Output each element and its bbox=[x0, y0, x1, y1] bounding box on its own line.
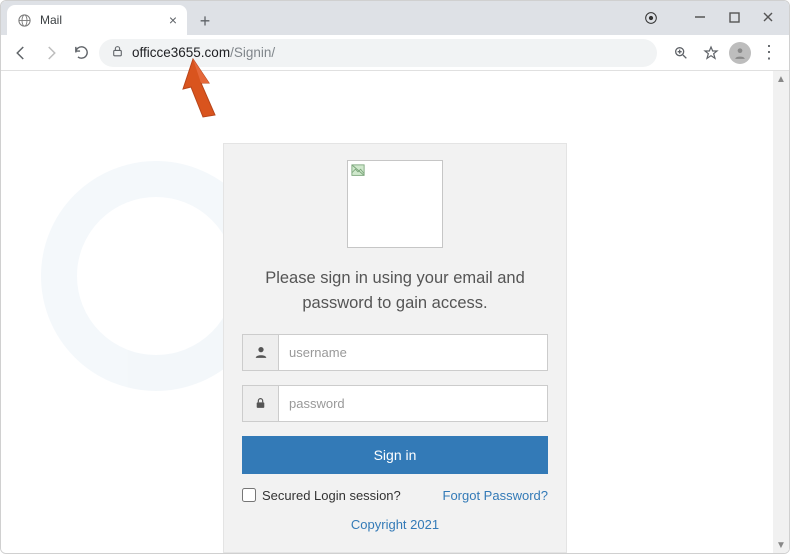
url-path: /Signin/ bbox=[230, 45, 275, 60]
tab-title: Mail bbox=[40, 13, 169, 27]
panel-footer: Secured Login session? Forgot Password? bbox=[242, 488, 548, 503]
secured-session-label: Secured Login session? bbox=[262, 488, 401, 503]
signin-panel: Please sign in using your email and pass… bbox=[223, 143, 567, 553]
profile-avatar[interactable] bbox=[729, 42, 751, 64]
lock-field-icon bbox=[243, 386, 279, 421]
forgot-password-link[interactable]: Forgot Password? bbox=[443, 488, 549, 503]
address-bar[interactable]: officce3655.com/Signin/ bbox=[99, 39, 657, 67]
url-domain: officce3655.com bbox=[132, 45, 230, 60]
signin-heading: Please sign in using your email and pass… bbox=[242, 266, 548, 316]
secured-session-checkbox[interactable]: Secured Login session? bbox=[242, 488, 401, 503]
toolbar-right: ⋮ bbox=[669, 41, 781, 65]
scrollbar[interactable]: ▲ ▼ bbox=[773, 71, 789, 553]
lock-icon bbox=[111, 45, 124, 61]
minimize-icon[interactable] bbox=[685, 5, 715, 29]
viewport: risk Please sign in using your email and… bbox=[1, 71, 789, 553]
maximize-icon[interactable] bbox=[719, 5, 749, 29]
password-input[interactable] bbox=[279, 386, 547, 421]
close-tab-icon[interactable]: × bbox=[169, 12, 177, 28]
forward-icon[interactable] bbox=[39, 41, 63, 65]
user-icon bbox=[243, 335, 279, 370]
username-row bbox=[242, 334, 548, 371]
secured-session-input[interactable] bbox=[242, 488, 256, 502]
tab-strip: Mail × + bbox=[1, 1, 789, 35]
zoom-icon[interactable] bbox=[669, 41, 693, 65]
back-icon[interactable] bbox=[9, 41, 33, 65]
media-indicator-icon[interactable] bbox=[643, 10, 659, 26]
window-controls bbox=[685, 5, 783, 29]
browser-window: Mail × + officce3655.com/Signin/ ⋮ bbox=[0, 0, 790, 554]
globe-icon bbox=[17, 13, 32, 28]
new-tab-button[interactable]: + bbox=[191, 7, 219, 35]
username-input[interactable] bbox=[279, 335, 547, 370]
page-content: Please sign in using your email and pass… bbox=[1, 71, 789, 553]
broken-image-placeholder bbox=[347, 160, 443, 248]
toolbar: officce3655.com/Signin/ ⋮ bbox=[1, 35, 789, 71]
star-icon[interactable] bbox=[699, 41, 723, 65]
tab-mail[interactable]: Mail × bbox=[7, 5, 187, 35]
broken-image-icon bbox=[351, 164, 365, 178]
scroll-up-icon[interactable]: ▲ bbox=[773, 71, 789, 87]
close-window-icon[interactable] bbox=[753, 5, 783, 29]
password-row bbox=[242, 385, 548, 422]
reload-icon[interactable] bbox=[69, 41, 93, 65]
url-text: officce3655.com/Signin/ bbox=[132, 45, 275, 60]
signin-button[interactable]: Sign in bbox=[242, 436, 548, 474]
menu-icon[interactable]: ⋮ bbox=[757, 41, 781, 65]
copyright-text: Copyright 2021 bbox=[351, 517, 439, 532]
scroll-down-icon[interactable]: ▼ bbox=[773, 537, 789, 553]
